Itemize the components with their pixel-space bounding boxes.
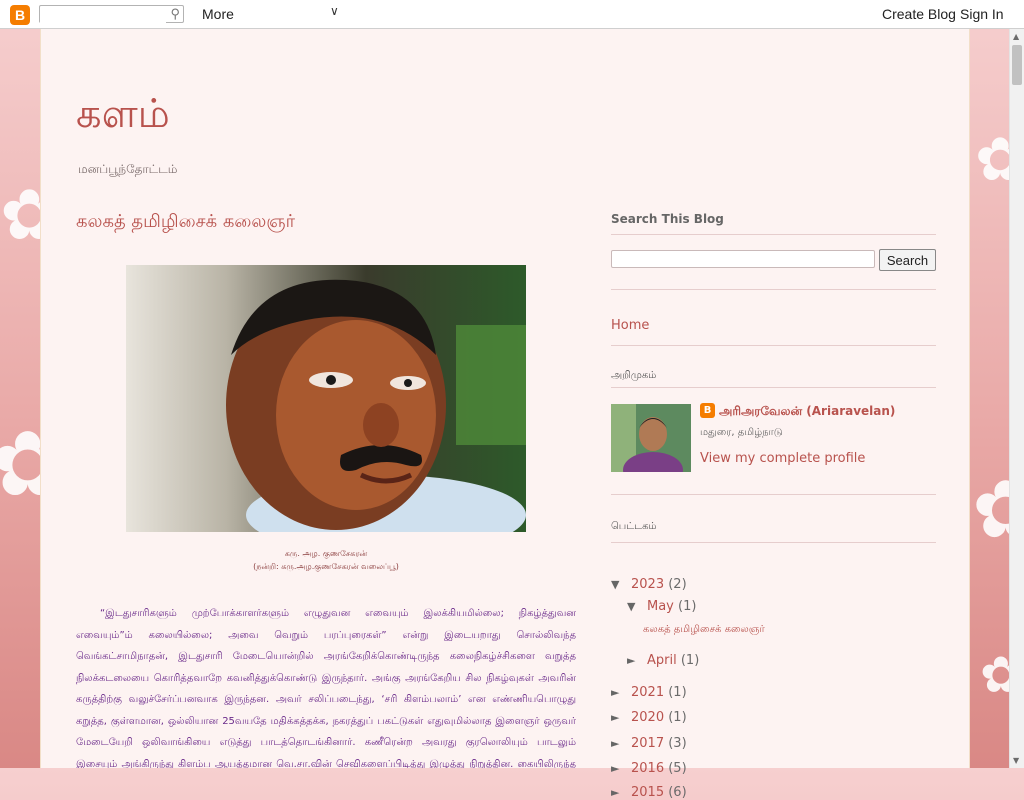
divider bbox=[611, 494, 936, 495]
blogger-navbar: B ⚲ More ∨ Create Blog Sign In bbox=[0, 0, 1024, 29]
archive-widget-title: பெட்டகம் bbox=[611, 521, 657, 532]
archive-count: (1) bbox=[668, 685, 687, 700]
scroll-down-icon[interactable]: ▼ bbox=[1013, 756, 1019, 765]
collapse-toggle-icon[interactable]: ▼ bbox=[627, 600, 647, 613]
divider bbox=[611, 387, 936, 388]
archive-count: (1) bbox=[678, 599, 697, 614]
archive-count: (6) bbox=[668, 785, 687, 800]
archive-count: (1) bbox=[680, 653, 700, 668]
archive-year-link[interactable]: 2016 bbox=[631, 761, 664, 776]
expand-toggle-icon[interactable]: ► bbox=[611, 686, 631, 699]
search-icon[interactable]: ⚲ bbox=[170, 6, 180, 22]
image-caption-credit: (நன்றி: கரு.அழ.குணசேகரன் வலைப்பூ) bbox=[253, 562, 399, 571]
archive-count: (5) bbox=[668, 761, 687, 776]
scrollbar-thumb[interactable] bbox=[1012, 45, 1022, 85]
archive-year-link[interactable]: 2017 bbox=[631, 736, 664, 751]
create-blog-link[interactable]: Create Blog bbox=[882, 6, 956, 22]
archive-year-link[interactable]: 2021 bbox=[631, 685, 664, 700]
search-widget-title: Search This Blog bbox=[611, 212, 724, 226]
content-panel: களம் மனப்பூந்தோட்டம் கலகத் தமிழிசைக் கலை… bbox=[40, 29, 970, 800]
divider bbox=[611, 234, 936, 235]
expand-toggle-icon[interactable]: ► bbox=[611, 762, 631, 775]
expand-toggle-icon[interactable]: ► bbox=[611, 711, 631, 724]
scroll-up-icon[interactable]: ▲ bbox=[1013, 32, 1019, 41]
about-widget-title: அறிமுகம் bbox=[611, 370, 657, 381]
profile-location: மதுரை, தமிழ்நாடு bbox=[700, 427, 783, 438]
archive-year-2020: ► 2020 (1) bbox=[611, 710, 687, 725]
portrait-illustration bbox=[126, 265, 526, 532]
profile-avatar[interactable] bbox=[611, 404, 691, 472]
expand-toggle-icon[interactable]: ► bbox=[627, 654, 647, 667]
archive-year-link[interactable]: 2023 bbox=[631, 577, 664, 592]
navbar-search: ⚲ bbox=[39, 5, 184, 23]
archive-month-link[interactable]: April bbox=[647, 653, 677, 668]
archive-year-2023: ▼ 2023 (2) bbox=[611, 577, 687, 592]
archive-year-2016: ► 2016 (5) bbox=[611, 761, 687, 776]
divider bbox=[611, 542, 936, 543]
divider bbox=[611, 289, 936, 290]
view-profile-link[interactable]: View my complete profile bbox=[700, 451, 865, 466]
sign-in-link[interactable]: Sign In bbox=[960, 6, 1004, 22]
profile-name-link[interactable]: அரிஅரவேலன் (Ariaravelan) bbox=[719, 404, 895, 420]
blog-description: மனப்பூந்தோட்டம் bbox=[78, 162, 178, 176]
search-button[interactable]: Search bbox=[879, 249, 936, 271]
blogger-logo-icon[interactable]: B bbox=[10, 5, 30, 25]
archive-month-april: ► April (1) bbox=[627, 653, 699, 668]
post-paragraph: “இடதுசாரிகளும் முற்போக்காளர்களும் எழுதுவ… bbox=[76, 608, 576, 768]
archive-post-link[interactable]: கலகத் தமிழிசைக் கலைஞர் bbox=[643, 624, 765, 636]
archive-year-2017: ► 2017 (3) bbox=[611, 736, 687, 751]
chevron-down-icon[interactable]: ∨ bbox=[330, 4, 339, 18]
profile-photo bbox=[611, 404, 691, 472]
archive-count: (1) bbox=[668, 710, 687, 725]
more-dropdown[interactable]: More bbox=[202, 6, 234, 22]
archive-count: (3) bbox=[668, 736, 687, 751]
divider bbox=[611, 345, 936, 346]
navbar-search-input[interactable] bbox=[40, 7, 166, 23]
archive-count: (2) bbox=[668, 577, 687, 592]
archive-year-link[interactable]: 2020 bbox=[631, 710, 664, 725]
archive-month-may: ▼ May (1) bbox=[627, 599, 696, 614]
post-title[interactable]: கலகத் தமிழிசைக் கலைஞர் bbox=[76, 211, 295, 234]
archive-month-link[interactable]: May bbox=[647, 599, 674, 614]
expand-toggle-icon[interactable]: ► bbox=[611, 737, 631, 750]
archive-year-link[interactable]: 2015 bbox=[631, 785, 664, 800]
collapse-toggle-icon[interactable]: ▼ bbox=[611, 578, 631, 591]
home-link[interactable]: Home bbox=[611, 318, 649, 333]
archive-year-2021: ► 2021 (1) bbox=[611, 685, 687, 700]
archive-year-2015: ► 2015 (6) bbox=[611, 785, 687, 800]
blog-title[interactable]: களம் bbox=[76, 91, 170, 142]
image-caption-name: கரு. அழ. குணசேகரன் bbox=[284, 549, 368, 558]
post-body: “இடதுசாரிகளும் முற்போக்காளர்களும் எழுதுவ… bbox=[76, 603, 576, 768]
post-portrait-image[interactable] bbox=[126, 265, 526, 532]
blogger-profile-icon: B bbox=[700, 403, 715, 418]
page-scrollbar[interactable]: ▲ ▼ bbox=[1009, 29, 1024, 768]
expand-toggle-icon[interactable]: ► bbox=[611, 786, 631, 799]
blog-search-input[interactable] bbox=[611, 250, 875, 268]
